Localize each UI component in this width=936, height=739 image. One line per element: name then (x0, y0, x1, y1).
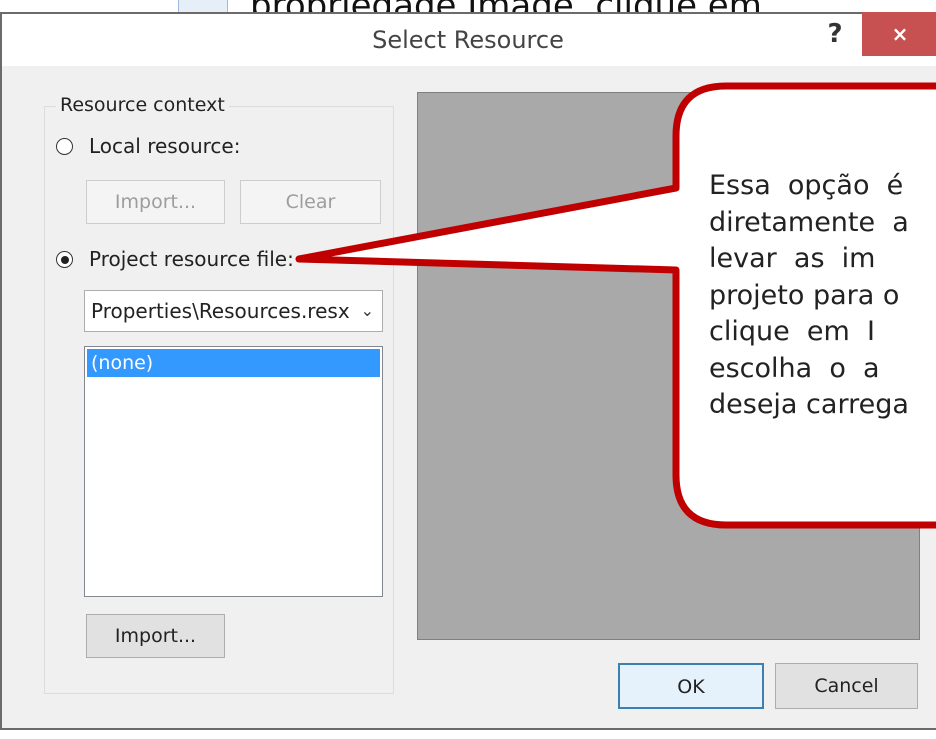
callout-line: escolha o a (709, 352, 880, 384)
callout-line: diretamente a (709, 206, 909, 238)
callout-line: deseja carrega (709, 389, 909, 420)
callout-line: Essa opção é (709, 170, 904, 201)
callout-line: projeto para o (709, 279, 900, 311)
callout-text: Essa opção é diretamente a levar as im p… (709, 168, 936, 424)
callout-line: clique em I (709, 316, 875, 347)
callout-line: levar as im (709, 243, 876, 274)
